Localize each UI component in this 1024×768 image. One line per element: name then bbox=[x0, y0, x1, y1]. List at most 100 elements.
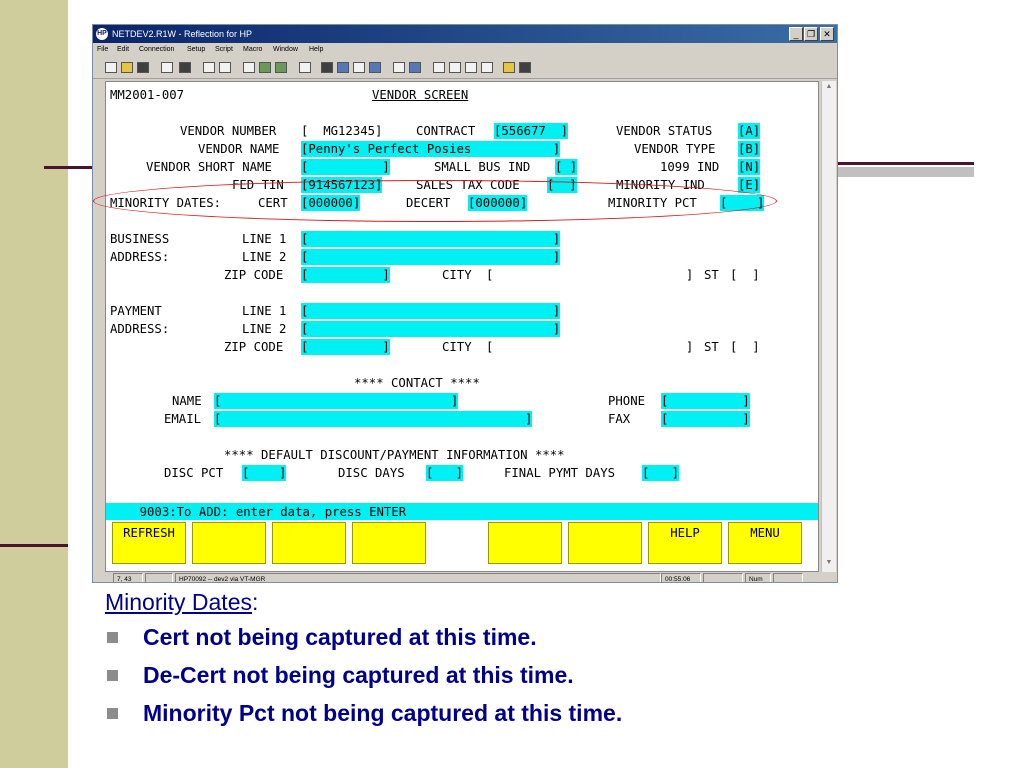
menu-window[interactable]: Window bbox=[273, 43, 298, 57]
label-contract: CONTRACT bbox=[416, 124, 476, 138]
label-disc-days: DISC DAYS bbox=[338, 466, 405, 480]
mouse-icon[interactable] bbox=[369, 62, 381, 73]
fkey-4[interactable] bbox=[352, 522, 426, 564]
print-icon[interactable] bbox=[161, 62, 173, 73]
menu-script[interactable]: Script bbox=[215, 43, 233, 57]
receive-icon[interactable] bbox=[433, 62, 445, 73]
display-icon[interactable] bbox=[321, 62, 333, 73]
fkey-6[interactable] bbox=[488, 522, 562, 564]
note-bullet: Cert not being captured at this time. bbox=[105, 618, 1005, 656]
tools-icon[interactable] bbox=[393, 62, 405, 73]
field-pay-line2[interactable]: [ ] bbox=[301, 321, 561, 337]
label-pay-line2: LINE 2 bbox=[242, 322, 287, 336]
field-phone[interactable]: [ ] bbox=[661, 393, 750, 409]
window-titlebar[interactable]: HP NETDEV2.R1W - Reflection for HP _ ❐ ✕ bbox=[93, 25, 837, 43]
label-1099-ind: 1099 IND bbox=[660, 160, 720, 174]
stop-icon[interactable] bbox=[465, 62, 477, 73]
note-bullet-text: Minority Pct not being captured at this … bbox=[143, 700, 623, 726]
field-contract[interactable]: [556677 ] bbox=[494, 123, 569, 139]
field-bus-line2[interactable]: [ ] bbox=[301, 249, 561, 265]
menu-edit[interactable]: Edit bbox=[117, 43, 129, 57]
settings-icon[interactable] bbox=[337, 62, 349, 73]
field-vendor-number[interactable]: [ MG12345] bbox=[301, 124, 382, 138]
label-vendor-number: VENDOR NUMBER bbox=[180, 124, 277, 138]
fkey-3[interactable] bbox=[272, 522, 346, 564]
scroll-up-icon[interactable]: ▲ bbox=[825, 83, 833, 90]
deco-line-right bbox=[837, 162, 974, 165]
help-icon[interactable] bbox=[503, 62, 515, 73]
transfer-icon[interactable] bbox=[259, 62, 271, 73]
status-time: 00:55:06 bbox=[661, 573, 701, 582]
field-final-pymt-days[interactable]: [ ] bbox=[642, 465, 680, 481]
notes-title: Minority Dates: bbox=[105, 586, 1005, 618]
scroll-down-icon[interactable]: ▼ bbox=[825, 559, 833, 566]
fkey-menu[interactable]: MENU bbox=[728, 522, 802, 564]
clear-icon[interactable] bbox=[299, 62, 311, 73]
slide-left-bar bbox=[0, 0, 68, 768]
minimize-button[interactable]: _ bbox=[789, 27, 803, 41]
field-small-bus-ind[interactable]: [ ] bbox=[555, 159, 578, 175]
label-vendor-status: VENDOR STATUS bbox=[616, 124, 713, 138]
deco-line-left bbox=[44, 166, 94, 169]
field-pay-st[interactable]: [ ] bbox=[730, 340, 760, 354]
open-icon[interactable] bbox=[121, 62, 133, 73]
record-icon[interactable] bbox=[449, 62, 461, 73]
fkey-7[interactable] bbox=[568, 522, 642, 564]
field-vendor-status[interactable]: [A] bbox=[738, 123, 761, 139]
play-icon[interactable] bbox=[481, 62, 493, 73]
field-vendor-type[interactable]: [B] bbox=[738, 141, 761, 157]
field-pay-city[interactable]: [ ] bbox=[486, 340, 693, 354]
field-1099-ind[interactable]: [N] bbox=[738, 159, 761, 175]
menu-macro[interactable]: Macro bbox=[243, 43, 262, 57]
field-bus-city[interactable]: [ ] bbox=[486, 268, 693, 282]
field-vendor-short-name[interactable]: [ ] bbox=[301, 159, 390, 175]
menu-setup[interactable]: Setup bbox=[187, 43, 205, 57]
field-email[interactable]: [ ] bbox=[214, 411, 533, 427]
app-icon: HP bbox=[96, 28, 108, 40]
fkey-5[interactable] bbox=[432, 522, 486, 564]
field-bus-zip[interactable]: [ ] bbox=[301, 267, 390, 283]
label-bus-line1: LINE 1 bbox=[242, 232, 287, 246]
field-bus-st[interactable]: [ ] bbox=[730, 268, 760, 282]
notes-title-colon: : bbox=[251, 589, 259, 615]
vertical-scrollbar[interactable]: ▲ ▼ bbox=[821, 81, 836, 572]
label-payment: PAYMENT bbox=[110, 304, 162, 318]
maximize-button[interactable]: ❐ bbox=[804, 27, 818, 41]
field-vendor-name[interactable]: [Penny's Perfect Posies ] bbox=[301, 141, 561, 157]
menu-file[interactable]: File bbox=[97, 43, 108, 57]
new-icon[interactable] bbox=[105, 62, 117, 73]
field-fax[interactable]: [ ] bbox=[661, 411, 750, 427]
field-minority-ind[interactable]: [E] bbox=[738, 177, 761, 193]
menu-help[interactable]: Help bbox=[309, 43, 323, 57]
close-button[interactable]: ✕ bbox=[820, 27, 834, 41]
host-icon[interactable] bbox=[275, 62, 287, 73]
paste-icon[interactable] bbox=[219, 62, 231, 73]
fkey-2[interactable] bbox=[192, 522, 266, 564]
connect-icon[interactable] bbox=[243, 62, 255, 73]
label-email: EMAIL bbox=[164, 412, 202, 426]
label-contact-name: NAME bbox=[172, 394, 202, 408]
label-pay-zip: ZIP CODE bbox=[224, 340, 284, 354]
label-bus-address: ADDRESS: bbox=[110, 250, 170, 264]
save-icon[interactable] bbox=[137, 62, 149, 73]
fkey-help[interactable]: HELP bbox=[648, 522, 722, 564]
field-pay-zip[interactable]: [ ] bbox=[301, 339, 390, 355]
screen-id: MM2001-007 bbox=[110, 88, 185, 102]
fkey-refresh[interactable]: REFRESH bbox=[112, 522, 186, 564]
field-disc-pct[interactable]: [ ] bbox=[242, 465, 287, 481]
field-disc-days[interactable]: [ ] bbox=[426, 465, 464, 481]
status-connection: HP70092 -- dev2 via VT-MGR bbox=[175, 573, 661, 582]
menu-bar: File Edit Connection Setup Script Macro … bbox=[93, 43, 837, 57]
copy-icon[interactable] bbox=[203, 62, 215, 73]
book-icon[interactable] bbox=[519, 62, 531, 73]
terminal-screen[interactable]: MM2001-007 VENDOR SCREEN VENDOR NUMBER [… bbox=[105, 81, 819, 572]
label-bus-st: ST bbox=[704, 268, 719, 282]
field-contact-name[interactable]: [ ] bbox=[214, 393, 459, 409]
field-pay-line1[interactable]: [ ] bbox=[301, 303, 561, 319]
field-bus-line1[interactable]: [ ] bbox=[301, 231, 561, 247]
menu-connection[interactable]: Connection bbox=[139, 43, 174, 57]
label-pay-address: ADDRESS: bbox=[110, 322, 170, 336]
find-icon[interactable] bbox=[179, 62, 191, 73]
keyboard-icon[interactable] bbox=[353, 62, 365, 73]
send-icon[interactable] bbox=[409, 62, 421, 73]
